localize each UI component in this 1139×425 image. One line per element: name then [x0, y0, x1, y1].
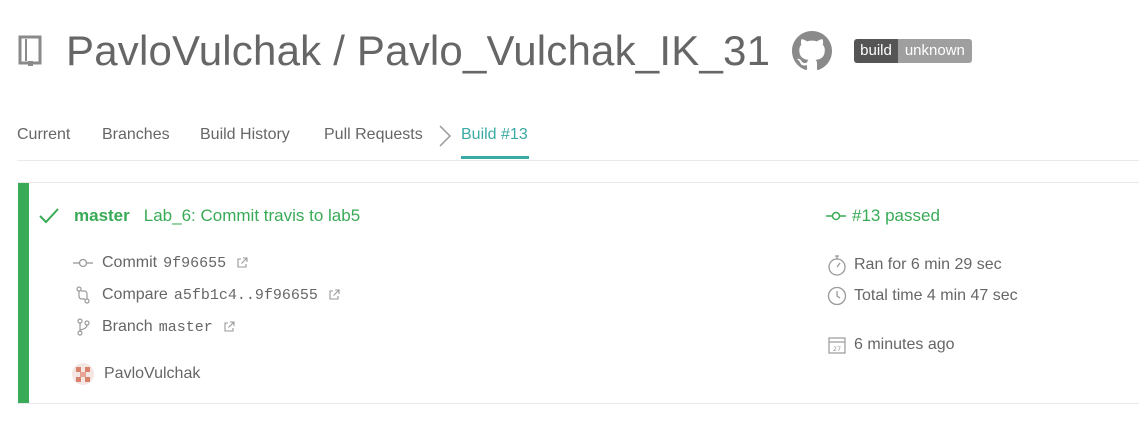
commit-icon	[826, 210, 846, 222]
build-summary-card: master Lab_6: Commit travis to lab5 #13 …	[18, 182, 1139, 404]
finished-ago: 6 minutes ago	[854, 336, 955, 353]
branch-icon	[72, 318, 94, 336]
tab-current[interactable]: Current	[17, 126, 70, 144]
tab-branches[interactable]: Branches	[102, 126, 170, 144]
branch-label: Branch	[102, 318, 153, 335]
branch-row: Branch master	[72, 318, 235, 336]
repo-header: PavloVulchak / Pavlo_Vulchak_IK_31 build…	[18, 26, 972, 76]
active-tab-indicator	[461, 156, 529, 159]
commit-row: Commit 9f96655	[72, 254, 248, 272]
branch-name[interactable]: master	[74, 206, 130, 226]
ran-for: Ran for 6 min 29 sec	[854, 256, 1002, 273]
repo-title[interactable]: PavloVulchak / Pavlo_Vulchak_IK_31	[66, 27, 770, 75]
external-link-icon[interactable]	[236, 257, 248, 269]
author-row: PavloVulchak	[72, 363, 200, 385]
commit-icon	[72, 257, 94, 269]
external-link-icon[interactable]	[328, 289, 340, 301]
ran-for-row: Ran for 6 min 29 sec	[826, 254, 1002, 276]
github-icon[interactable]	[792, 31, 833, 71]
build-status[interactable]: #13 passed	[826, 206, 940, 226]
finished-row: 27 6 minutes ago	[826, 335, 955, 355]
stopwatch-icon	[826, 254, 848, 276]
badge-label: build	[854, 39, 898, 63]
tab-build-history[interactable]: Build History	[200, 126, 290, 144]
author-name[interactable]: PavloVulchak	[104, 365, 200, 383]
repo-book-icon	[18, 34, 48, 68]
avatar	[72, 363, 94, 385]
compare-row: Compare a5fb1c4..9f96655	[72, 286, 340, 304]
chevron-right-icon	[438, 124, 452, 153]
build-status-bar	[18, 183, 29, 403]
clock-icon	[826, 286, 848, 306]
total-time-row: Total time 4 min 47 sec	[826, 286, 1018, 306]
commit-sha[interactable]: 9f96655	[163, 255, 226, 272]
tab-pull-requests[interactable]: Pull Requests	[324, 126, 423, 144]
check-icon	[38, 207, 60, 225]
calendar-icon: 27	[826, 335, 848, 355]
build-status-text: #13 passed	[852, 206, 940, 225]
compare-label: Compare	[102, 286, 168, 303]
total-time: Total time 4 min 47 sec	[854, 287, 1018, 304]
external-link-icon[interactable]	[223, 321, 235, 333]
build-title-row: master Lab_6: Commit travis to lab5	[38, 206, 360, 226]
badge-value: unknown	[897, 39, 972, 63]
tab-build[interactable]: Build #13	[461, 126, 528, 144]
build-status-badge[interactable]: build unknown	[854, 39, 972, 63]
branch-value[interactable]: master	[159, 319, 213, 336]
compare-range[interactable]: a5fb1c4..9f96655	[174, 287, 318, 304]
commit-message: Lab_6: Commit travis to lab5	[143, 206, 361, 225]
svg-text:27: 27	[833, 345, 841, 353]
commit-label: Commit	[102, 254, 158, 271]
compare-icon	[72, 286, 94, 304]
tab-bar: Current Branches Build History Pull Requ…	[17, 112, 1139, 161]
